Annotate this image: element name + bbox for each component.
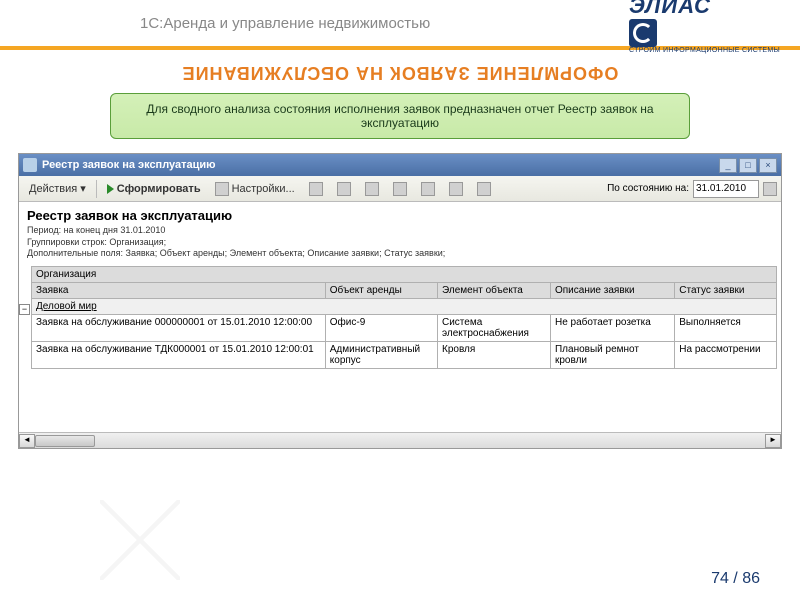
toolbar-btn-1[interactable] (303, 180, 329, 198)
page-number: 74 / 86 (711, 570, 760, 588)
date-input[interactable] (693, 180, 759, 198)
cell-element: Кровля (438, 342, 551, 369)
scroll-thumb[interactable] (35, 435, 95, 447)
horizontal-scrollbar[interactable]: ◄ ► (19, 432, 781, 448)
page-total: 86 (742, 570, 760, 587)
logo: ЭЛИАС СТРОИМ ИНФОРМАЦИОННЫЕ СИСТЕМЫ (629, 0, 780, 54)
help-icon (477, 182, 491, 196)
page-header: 1С:Аренда и управление недвижимостью ЭЛИ… (0, 0, 800, 50)
toolbar-btn-4[interactable] (387, 180, 413, 198)
cell-status: Выполняется (675, 315, 777, 342)
toolbar-btn-5[interactable] (415, 180, 441, 198)
group-label: Деловой мир (32, 299, 777, 315)
titlebar: Реестр заявок на эксплуатацию _ □ × (19, 154, 781, 176)
toolbar-btn-2[interactable] (331, 180, 357, 198)
cell-request: Заявка на обслуживание ТДК000001 от 15.0… (32, 342, 326, 369)
page-current: 74 (711, 570, 729, 587)
app-window: Реестр заявок на эксплуатацию _ □ × Дейс… (18, 153, 782, 449)
play-icon (107, 184, 114, 194)
page-sep: / (729, 570, 742, 587)
settings-label: Настройки... (232, 183, 295, 195)
cell-description: Не работает розетка (550, 315, 674, 342)
col-organization: Организация (32, 267, 777, 283)
meta-grouping: Группировки строк: Организация; (27, 237, 773, 249)
col-description: Описание заявки (550, 283, 674, 299)
logo-subtitle: СТРОИМ ИНФОРМАЦИОННЫЕ СИСТЕМЫ (629, 47, 780, 54)
section-title: ОФОРМЛЕНИЕ ЗАЯВОК НА ОБСЛУЖИВАНИЕ (0, 62, 800, 83)
maximize-button[interactable]: □ (739, 158, 757, 173)
toolbar-icon (365, 182, 379, 196)
table-row[interactable]: Заявка на обслуживание 000000001 от 15.0… (32, 315, 777, 342)
logo-text: ЭЛИАС (629, 0, 711, 18)
col-element: Элемент объекта (438, 283, 551, 299)
close-button[interactable]: × (759, 158, 777, 173)
window-title: Реестр заявок на эксплуатацию (42, 159, 216, 171)
toolbar-icon (449, 182, 463, 196)
help-button[interactable] (471, 180, 497, 198)
report-meta: Период: на конец дня 31.01.2010 Группиро… (27, 225, 773, 260)
toolbar: Действия ▾ Сформировать Настройки... По … (19, 176, 781, 202)
table-row[interactable]: Заявка на обслуживание ТДК000001 от 15.0… (32, 342, 777, 369)
settings-button[interactable]: Настройки... (209, 180, 301, 198)
cell-object: Офис-9 (325, 315, 437, 342)
toolbar-icon (421, 182, 435, 196)
toolbar-icon (337, 182, 351, 196)
scroll-left-button[interactable]: ◄ (19, 434, 35, 448)
date-picker-icon[interactable] (763, 182, 777, 196)
cell-element: Система электроснабжения (438, 315, 551, 342)
scroll-right-button[interactable]: ► (765, 434, 781, 448)
cell-description: Плановый ремнот кровли (550, 342, 674, 369)
toolbar-btn-3[interactable] (359, 180, 385, 198)
col-status: Статус заявки (675, 283, 777, 299)
col-object: Объект аренды (325, 283, 437, 299)
meta-fields: Дополнительные поля: Заявка; Объект арен… (27, 248, 773, 260)
scroll-track[interactable] (35, 434, 765, 448)
group-row[interactable]: Деловой мир (32, 299, 777, 315)
minimize-button[interactable]: _ (719, 158, 737, 173)
grid-wrap: − Организация Заявка Объект аренды Элеме… (27, 266, 773, 369)
collapse-toggle[interactable]: − (19, 304, 30, 315)
window-icon (23, 158, 37, 172)
toolbar-icon (393, 182, 407, 196)
toolbar-icon (309, 182, 323, 196)
as-of-label: По состоянию на: (607, 183, 689, 194)
report-grid: Организация Заявка Объект аренды Элемент… (31, 266, 777, 369)
form-button[interactable]: Сформировать (101, 181, 207, 197)
report-area: Реестр заявок на эксплуатацию Период: на… (19, 202, 781, 432)
meta-period: Период: на конец дня 31.01.2010 (27, 225, 773, 237)
col-request: Заявка (32, 283, 326, 299)
gear-icon (215, 182, 229, 196)
cell-status: На рассмотрении (675, 342, 777, 369)
header-title: 1С:Аренда и управление недвижимостью (140, 15, 430, 32)
report-title: Реестр заявок на эксплуатацию (27, 208, 773, 223)
background-decoration (0, 460, 800, 600)
actions-menu[interactable]: Действия ▾ (23, 180, 92, 197)
form-label: Сформировать (117, 183, 201, 195)
info-banner: Для сводного анализа состояния исполнени… (110, 93, 690, 139)
separator (96, 180, 97, 198)
cell-request: Заявка на обслуживание 000000001 от 15.0… (32, 315, 326, 342)
cell-object: Административный корпус (325, 342, 437, 369)
logo-icon (629, 19, 657, 47)
toolbar-btn-6[interactable] (443, 180, 469, 198)
